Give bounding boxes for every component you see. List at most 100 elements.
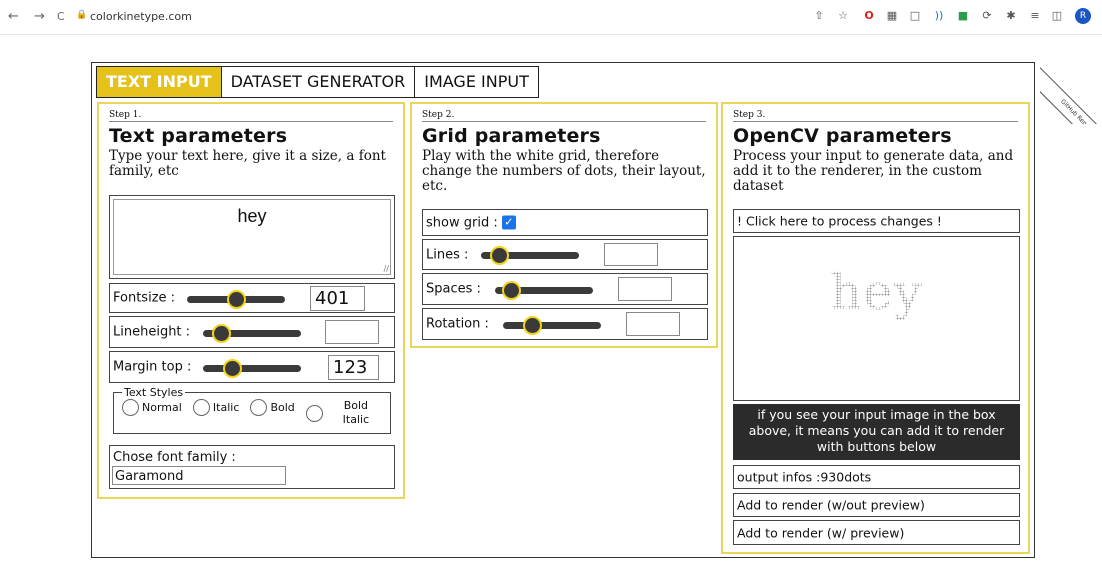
- slider-knob[interactable]: [489, 246, 509, 265]
- radio-circle-icon[interactable]: [122, 399, 139, 416]
- style-bold-label: Bold: [270, 401, 295, 414]
- step-label: Step 1.: [109, 110, 393, 122]
- lines-input[interactable]: [604, 243, 658, 266]
- fontsize-slider[interactable]: [187, 290, 285, 309]
- show-grid-control: show grid : ✓: [426, 215, 516, 230]
- font-family-input[interactable]: Garamond: [112, 466, 286, 485]
- lines-row: Lines :: [422, 239, 708, 270]
- profile-avatar[interactable]: R: [1075, 8, 1091, 24]
- add-render-preview-label[interactable]: Add to render (w/ preview): [737, 525, 904, 540]
- add-render-no-preview-button[interactable]: Add to render (w/out preview): [733, 493, 1020, 517]
- document-extension-icon[interactable]: □: [908, 9, 922, 23]
- style-normal-radio[interactable]: Normal: [122, 399, 182, 416]
- panel-description: Play with the white grid, therefore chan…: [422, 148, 706, 194]
- slider-knob[interactable]: [211, 324, 231, 343]
- step-label: Step 3.: [733, 110, 1018, 122]
- style-italic-label: Italic: [212, 401, 240, 414]
- panel-description: Type your text here, give it a size, a f…: [109, 148, 386, 179]
- style-bold-radio[interactable]: Bold: [250, 399, 295, 416]
- font-family-label: Chose font family :: [113, 450, 236, 465]
- side-panel-icon[interactable]: ◫: [1050, 9, 1064, 23]
- rotation-input[interactable]: [626, 312, 680, 336]
- panel-title: Text parameters: [109, 125, 288, 147]
- process-changes-label[interactable]: ! Click here to process changes !: [737, 214, 942, 229]
- panel-description: Process your input to generate data, and…: [733, 148, 1014, 194]
- margin-top-label: Margin top :: [113, 359, 192, 375]
- radio-circle-icon[interactable]: [305, 404, 323, 422]
- tag-extension-icon[interactable]: ■: [956, 9, 970, 23]
- slider-knob[interactable]: [223, 359, 243, 378]
- forward-icon[interactable]: →: [34, 9, 45, 24]
- github-ribbon-label[interactable]: GitHub Repo: [1040, 62, 1102, 124]
- text-input-value[interactable]: hey: [113, 199, 391, 275]
- back-icon[interactable]: ←: [8, 9, 19, 24]
- rotation-label: Rotation :: [426, 316, 489, 332]
- margin-top-slider[interactable]: [203, 359, 301, 378]
- reload-icon[interactable]: C: [57, 10, 65, 23]
- lineheight-row: Lineheight :: [109, 316, 395, 348]
- lock-icon: 🔒: [76, 10, 88, 20]
- output-infos-label: output infos :930dots: [737, 469, 872, 485]
- info-message: if you see your input image in the box a…: [733, 404, 1020, 460]
- add-render-no-preview-label[interactable]: Add to render (w/out preview): [737, 498, 925, 513]
- tab-text-input[interactable]: TEXT INPUT: [96, 66, 222, 98]
- sync-extension-icon[interactable]: ⟳: [980, 9, 994, 23]
- text-styles-group: Text Styles Normal Italic Bold Bold Ital…: [113, 386, 391, 434]
- slider-knob[interactable]: [501, 281, 521, 300]
- text-parameters-panel: Step 1. Text parameters Type your text h…: [97, 102, 405, 499]
- tab-bar: TEXT INPUT DATASET GENERATOR IMAGE INPUT: [96, 66, 539, 98]
- spaces-row: Spaces :: [422, 273, 708, 305]
- rotation-row: Rotation :: [422, 308, 708, 340]
- step-label: Step 2.: [422, 110, 706, 122]
- slider-knob[interactable]: [227, 290, 246, 309]
- bookmark-star-icon[interactable]: ☆: [836, 9, 850, 23]
- show-grid-label: show grid :: [426, 215, 498, 230]
- notion-extension-icon[interactable]: ▦: [885, 9, 899, 23]
- tab-image-input[interactable]: IMAGE INPUT: [414, 66, 539, 98]
- lines-slider[interactable]: [481, 246, 579, 265]
- process-changes-button[interactable]: ! Click here to process changes !: [733, 209, 1020, 233]
- puzzle-extensions-icon[interactable]: ✱: [1004, 9, 1018, 23]
- fontsize-input[interactable]: 401: [310, 286, 365, 311]
- lines-label: Lines :: [426, 247, 469, 262]
- app-frame: TEXT INPUT DATASET GENERATOR IMAGE INPUT…: [91, 62, 1035, 558]
- style-bold-italic-radio[interactable]: Bold Italic: [305, 399, 375, 427]
- preview-text: hey: [734, 263, 1019, 321]
- resize-handle-icon[interactable]: ∕∕: [384, 264, 389, 273]
- share-icon[interactable]: ⇧: [812, 9, 826, 23]
- lineheight-input[interactable]: [325, 320, 379, 344]
- rotation-slider[interactable]: [503, 316, 601, 335]
- opencv-parameters-panel: Step 3. OpenCV parameters Process your i…: [721, 102, 1030, 554]
- output-infos: output infos :930dots: [733, 465, 1020, 489]
- add-render-preview-button[interactable]: Add to render (w/ preview): [733, 520, 1020, 545]
- browser-toolbar: ← → C 🔒 colorkinetype.com ⇧ ☆ O ▦ □ )) ■…: [0, 0, 1102, 35]
- style-normal-label: Normal: [142, 401, 182, 414]
- github-ribbon[interactable]: GitHub Repo: [1040, 34, 1102, 124]
- panel-title: Grid parameters: [422, 125, 601, 147]
- margin-top-input[interactable]: 123: [328, 355, 379, 380]
- lineheight-slider[interactable]: [203, 324, 301, 343]
- opera-extension-icon[interactable]: O: [862, 9, 876, 23]
- address-bar[interactable]: colorkinetype.com: [90, 10, 192, 23]
- show-grid-checkbox[interactable]: ✓: [501, 215, 516, 230]
- slider-knob[interactable]: [523, 316, 543, 335]
- radio-circle-icon[interactable]: [250, 399, 268, 416]
- show-grid-row: show grid : ✓: [422, 209, 708, 236]
- grid-parameters-panel: Step 2. Grid parameters Play with the wh…: [410, 102, 718, 348]
- fontsize-row: Fontsize : 401: [109, 283, 395, 313]
- reading-list-icon[interactable]: ≡: [1028, 9, 1042, 23]
- spaces-input[interactable]: [618, 277, 672, 301]
- spaces-slider[interactable]: [495, 281, 593, 300]
- text-styles-legend: Text Styles: [124, 386, 184, 399]
- text-input-area[interactable]: hey ∕∕: [109, 195, 395, 279]
- style-bold-italic-label: Bold Italic: [342, 399, 370, 426]
- spaces-label: Spaces :: [426, 281, 481, 297]
- style-italic-radio[interactable]: Italic: [192, 399, 240, 416]
- radio-circle-icon[interactable]: [192, 399, 210, 416]
- tab-dataset-generator[interactable]: DATASET GENERATOR: [220, 66, 416, 98]
- font-family-row: Chose font family : Garamond: [109, 445, 395, 489]
- audio-extension-icon[interactable]: )): [932, 9, 946, 23]
- lineheight-label: Lineheight :: [113, 324, 191, 340]
- processed-preview: hey: [733, 236, 1020, 401]
- margin-top-row: Margin top : 123: [109, 351, 395, 383]
